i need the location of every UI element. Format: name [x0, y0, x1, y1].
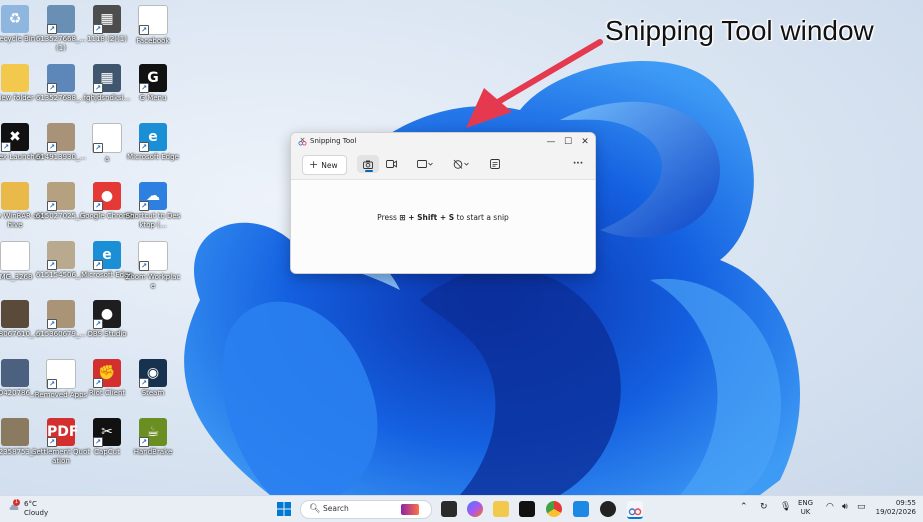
scissors-icon [628, 508, 642, 516]
obs-taskbar-icon[interactable] [600, 501, 616, 517]
notepad-icon[interactable] [573, 501, 589, 517]
desktop: ♻Recycle Bin↗613527668_...(1)▦↗1118 (2)(… [0, 0, 923, 495]
weather-alert-badge: 1 [13, 499, 20, 506]
search-highlight-icon [401, 504, 419, 515]
annotation-label: Snipping Tool window [605, 15, 874, 46]
weather-temp: 6°C [24, 500, 37, 508]
search-placeholder: Search [323, 504, 349, 513]
microphone-icon[interactable]: 🎙︎ [780, 502, 791, 512]
taskbar-search[interactable]: 🔍︎ Search [300, 500, 432, 519]
chrome-taskbar-icon[interactable] [546, 501, 562, 517]
windows-start-icon[interactable] [276, 501, 292, 517]
cloud-sync-icon[interactable]: ↻ [760, 502, 768, 512]
snipping-tool-taskbar-icon[interactable] [627, 501, 643, 519]
clock-time: 09:55 [895, 499, 916, 507]
clock-date: 19/02/2026 [875, 508, 916, 516]
capcut-taskbar-icon[interactable] [519, 501, 535, 517]
taskbar: 1 6°C Cloudy 🔍︎ Search ⌃ ↻ 🎙︎ ENG UK ◠ 🔊… [0, 495, 923, 522]
copilot-icon[interactable] [467, 501, 483, 517]
volume-icon[interactable]: 🔊︎ [842, 502, 848, 512]
task-view-icon[interactable] [441, 501, 457, 517]
search-icon: 🔍︎ [309, 504, 321, 514]
annotation-arrow [466, 39, 603, 128]
clock[interactable]: 09:55 19/02/2026 [874, 499, 916, 517]
language-code: ENG [798, 499, 814, 507]
region-code: UK [800, 508, 811, 516]
file-explorer-icon[interactable] [493, 501, 509, 517]
language-indicator[interactable]: ENG UK [798, 499, 813, 517]
battery-icon[interactable]: ▭ [857, 502, 866, 512]
chevron-up-icon[interactable]: ⌃ [740, 502, 748, 512]
wifi-icon[interactable]: ◠ [826, 502, 834, 512]
weather-condition: Cloudy [24, 509, 49, 517]
